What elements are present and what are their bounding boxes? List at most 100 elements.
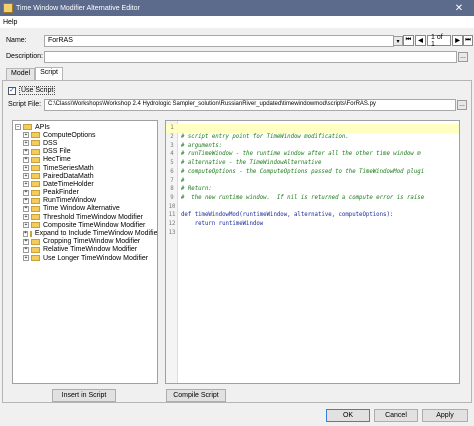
next-record-button[interactable]: ▶ [452,35,463,46]
code-line[interactable]: 11 def timeWindowMod(runtimeWindow, alter… [166,211,459,220]
tree-item[interactable]: + TimeSeriesMath [13,164,157,172]
insert-script-button[interactable]: Insert in Script [52,389,116,402]
code-text: # arguments: [181,142,223,149]
folder-icon [31,214,40,221]
tree-item[interactable]: + Threshold TimeWindow Modifier [13,213,157,221]
code-line[interactable]: 12 return runtimeWindow [166,220,459,229]
expand-icon[interactable]: + [23,156,29,163]
last-record-button[interactable]: ⏭ [463,35,473,46]
tree-item-label: RunTimeWindow [43,197,97,205]
expand-icon[interactable]: + [23,189,29,196]
expand-icon[interactable]: + [23,222,29,229]
expand-icon[interactable]: + [23,173,29,180]
tree-item-label: DSS [43,139,58,147]
script-file-label: Script File: [8,101,42,108]
code-line[interactable]: 4 # runTimeWindow - the runtime window af… [166,150,459,159]
tree-item[interactable]: + Expand to Include TimeWindow Modifier [13,229,157,237]
tree-item[interactable]: + Cropping TimeWindow Modifier [13,238,157,246]
tree-item[interactable]: + Time Window Alternative [13,205,157,213]
menu-help[interactable]: Help [3,19,17,26]
tab-script[interactable]: Script [35,67,63,80]
code-text: return runtimeWindow [181,221,264,228]
tree-item-label: Expand to Include TimeWindow Modifier [34,230,158,238]
code-line[interactable]: 10 [166,202,459,211]
expand-icon[interactable]: + [23,205,29,212]
code-line[interactable]: 2 # script entry point for TimeWindow mod… [166,133,459,142]
code-text: # [181,177,185,184]
line-number: 3 [170,142,174,149]
description-browse-button[interactable]: … [458,52,468,62]
expand-icon[interactable]: + [23,238,29,245]
tree-item-label: Time Window Alternative [43,205,120,213]
line-number: 10 [168,203,176,210]
folder-icon [31,165,40,172]
tree-item[interactable]: + Use Longer TimeWindow Modifier [13,254,157,262]
tree-item[interactable]: + DSS [13,139,157,147]
code-line[interactable]: 7 # [166,176,459,185]
name-dropdown-button[interactable]: ▾ [393,36,403,46]
expand-icon[interactable]: + [23,214,29,221]
expand-icon[interactable]: + [23,140,29,147]
first-record-button[interactable]: ⏮ [403,35,414,46]
tree-item-label: Cropping TimeWindow Modifier [43,238,141,246]
folder-icon [31,173,40,180]
record-pager: 1 of 1 [427,34,451,48]
tree-item[interactable]: + Composite TimeWindow Modifier [13,221,157,229]
tree-item[interactable]: + RunTimeWindow [13,197,157,205]
tab-model[interactable]: Model [6,68,36,80]
menu-bar: Help [0,16,474,28]
code-line[interactable]: 1 [166,124,459,133]
name-field[interactable]: ForRAS [44,35,394,47]
line-number: 6 [170,168,174,175]
use-script-checkbox[interactable]: ✓ [8,86,16,95]
code-line[interactable]: 6 # computeOptions - the ComputeOptions p… [166,168,459,177]
script-file-field[interactable]: C:\Class\Workshops\Workshop 2.4 Hydrolog… [44,99,456,111]
tree-item[interactable]: + PairedDataMath [13,172,157,180]
tree-item[interactable]: + PeakFinder [13,189,157,197]
tree-item[interactable]: + ComputeOptions [13,131,157,139]
compile-script-button[interactable]: Compile Script [166,389,226,402]
tree-item-label: DateTimeHolder [43,180,94,188]
description-field[interactable] [44,51,457,63]
line-number: 5 [170,160,174,167]
code-text: def timeWindowMod(runtimeWindow, alterna… [181,212,394,219]
folder-icon [31,255,40,262]
expand-icon[interactable]: + [23,165,29,172]
expand-icon[interactable]: + [23,230,28,237]
code-text: # Return: [181,186,212,193]
tree-item-label: TimeSeriesMath [43,164,94,172]
collapse-icon[interactable]: − [15,124,21,131]
code-text: # alternative - the TimeWindowAlternativ… [181,160,322,167]
api-tree[interactable]: − APIs + ComputeOptions + DSS + DSS File + HecT… [12,120,158,384]
next-icon: ▶ [455,38,460,44]
close-button[interactable]: ✕ [444,0,474,16]
code-line[interactable]: 8 # Return: [166,185,459,194]
prev-record-button[interactable]: ◀ [415,35,426,46]
script-file-browse-button[interactable]: … [457,100,467,110]
expand-icon[interactable]: + [23,197,29,204]
expand-icon[interactable]: + [23,132,29,139]
tree-item[interactable]: + HecTime [13,156,157,164]
folder-icon [31,222,40,229]
code-line[interactable]: 9 # the new runtime window. If nil is ret… [166,194,459,203]
apply-button[interactable]: Apply [422,409,468,422]
expand-icon[interactable]: + [23,181,29,188]
cancel-button[interactable]: Cancel [374,409,418,422]
tab-model-label: Model [11,70,31,77]
tree-root[interactable]: − APIs [13,123,157,131]
line-number: 12 [168,221,176,228]
tree-item[interactable]: + DateTimeHolder [13,180,157,188]
tree-item[interactable]: + Relative TimeWindow Modifier [13,246,157,254]
expand-icon[interactable]: + [23,246,29,253]
expand-icon[interactable]: + [23,255,29,262]
code-line[interactable]: 5 # alternative - the TimeWindowAlternati… [166,159,459,168]
code-line[interactable]: 3 # arguments: [166,141,459,150]
ok-button[interactable]: OK [326,409,370,422]
description-label: Description: [6,53,43,60]
folder-icon [31,156,40,163]
expand-icon[interactable]: + [23,148,29,155]
use-script-row[interactable]: ✓ Use Script [8,86,56,95]
tree-item[interactable]: + DSS File [13,148,157,156]
code-line[interactable]: 13 [166,228,459,237]
code-editor[interactable]: 1 2 # script entry point for TimeWindow mo… [165,120,460,384]
